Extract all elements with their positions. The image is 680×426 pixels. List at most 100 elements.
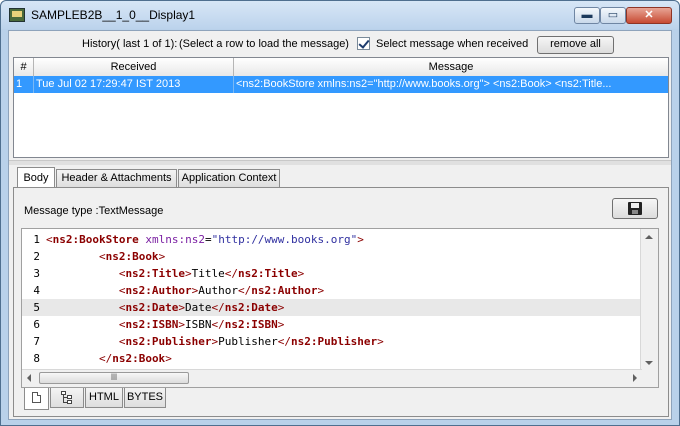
row-message: <ns2:BookStore xmlns:ns2="http://www.boo…	[236, 78, 612, 90]
tag-bracket: >	[297, 267, 305, 280]
tab-html-view[interactable]: HTML	[85, 388, 123, 408]
tag-bracket: <	[98, 250, 106, 263]
xml-tag-name: ns2:Publisher	[291, 335, 378, 348]
table-row[interactable]: 1 Tue Jul 02 17:29:47 IST 2013 <ns2:Book…	[14, 76, 668, 93]
xml-tag-name: ns2:Author	[125, 284, 192, 297]
tag-bracket: </	[238, 284, 252, 297]
tag-bracket: </	[211, 301, 225, 314]
row-number: 1	[14, 76, 34, 93]
code-line: 4 <ns2:Author>Author</ns2:Author>	[22, 282, 642, 299]
save-button[interactable]	[612, 198, 658, 219]
tag-bracket: >	[277, 301, 285, 314]
tag-bracket: >	[185, 267, 192, 280]
xml-text: Author	[198, 284, 239, 297]
xml-tag-name: ns2:Date	[224, 301, 278, 314]
xml-attribute-value: "http://www.books.org"	[211, 233, 358, 246]
message-editor[interactable]: 1 <ns2:BookStore xmlns:ns2="http://www.bo…	[21, 228, 659, 388]
body-panel: Message type :TextMessage 1 <ns2:BookStor…	[13, 187, 669, 417]
xml-tag-name: ns2:Book	[105, 250, 159, 263]
scroll-right-arrow-icon[interactable]	[633, 374, 637, 382]
column-header-message[interactable]: Message	[234, 58, 668, 76]
scroll-down-arrow-icon[interactable]	[645, 361, 653, 365]
code-line: 5 <ns2:Date>Date</ns2:Date>	[22, 299, 642, 316]
scroll-left-arrow-icon[interactable]	[27, 374, 31, 382]
line-number: 8	[33, 352, 40, 365]
line-number: 4	[33, 284, 40, 297]
xml-tag-name: ns2:Publisher	[125, 335, 212, 348]
tab-text-view[interactable]	[24, 388, 49, 410]
horizontal-scrollbar[interactable]: lll	[22, 369, 642, 387]
table-header: # Received Message	[14, 58, 668, 77]
column-header-received[interactable]: Received	[34, 58, 234, 76]
xml-tag-name: ns2:Author	[251, 284, 318, 297]
code-content: <ns2:Author>Author</ns2:Author>	[119, 282, 324, 299]
xml-tag-name: ns2:BookStore	[52, 233, 139, 246]
line-number: 2	[33, 250, 40, 263]
xml-tag-name: ns2:Title	[238, 267, 298, 280]
tab-tree-view[interactable]	[50, 388, 84, 408]
xml-attribute-name: xmlns:ns2	[145, 233, 205, 246]
vertical-scrollbar[interactable]	[640, 229, 658, 371]
line-number: 3	[33, 267, 40, 280]
code-content: <ns2:BookStore xmlns:ns2="http://www.boo…	[46, 231, 364, 248]
tag-bracket: >	[317, 284, 325, 297]
xml-tag-name: ns2:Date	[125, 301, 179, 314]
history-toolbar: History( last 1 of 1): (Select a row to …	[9, 31, 671, 57]
code-line: 8 </ns2:Book>	[22, 350, 642, 367]
minimize-button[interactable]: ▬	[574, 7, 600, 24]
code-line: 7 <ns2:Publisher>Publisher</ns2:Publisher…	[22, 333, 642, 350]
remove-all-button[interactable]: remove all	[537, 36, 614, 54]
message-type-label: Message type :TextMessage	[24, 205, 164, 217]
select-on-receive-label[interactable]: Select message when received	[376, 38, 528, 50]
code-content: <ns2:ISBN>ISBN</ns2:ISBN>	[119, 316, 285, 333]
tag-bracket: >	[158, 250, 166, 263]
select-on-receive-checkbox[interactable]	[357, 37, 370, 50]
app-icon	[9, 8, 25, 22]
xml-tag-name: ns2:ISBN	[125, 318, 179, 331]
scroll-corner	[641, 370, 658, 387]
line-number: 1	[33, 233, 40, 246]
history-table: # Received Message 1 Tue Jul 02 17:29:47…	[13, 57, 669, 158]
history-label: History( last 1 of 1):	[82, 38, 178, 50]
tab-header-attachments[interactable]: Header & Attachments	[56, 169, 177, 187]
code-line: 3 <ns2:Title>Title</ns2:Title>	[22, 265, 642, 282]
tab-bytes-view[interactable]: BYTES	[124, 388, 166, 408]
column-header-number[interactable]: #	[14, 58, 34, 76]
tag-bracket: </	[98, 352, 113, 365]
equals: =	[204, 233, 212, 246]
tag-bracket: </	[277, 335, 292, 348]
tag-bracket: >	[165, 352, 172, 365]
code-content: <ns2:Book>	[99, 248, 165, 265]
close-button[interactable]: ✕	[626, 7, 672, 24]
title-bar[interactable]: SAMPLEB2B__1_0__Display1 ▬ ▭ ✕	[1, 1, 679, 29]
document-icon	[32, 392, 41, 403]
split-pane-divider[interactable]	[9, 160, 671, 165]
tab-application-context[interactable]: Application Context	[178, 169, 280, 187]
line-number: 6	[33, 318, 40, 331]
xml-tag-name: ns2:ISBN	[224, 318, 278, 331]
code-line: 2 <ns2:Book>	[22, 248, 642, 265]
app-window: SAMPLEB2B__1_0__Display1 ▬ ▭ ✕ History( …	[0, 0, 680, 426]
code-content: </ns2:Book>	[99, 350, 172, 367]
xml-text: Date	[185, 301, 212, 314]
xml-text: ISBN	[185, 318, 212, 331]
code-content: <ns2:Title>Title</ns2:Title>	[119, 265, 304, 282]
line-number: 5	[33, 301, 40, 314]
row-received: Tue Jul 02 17:29:47 IST 2013	[34, 76, 234, 93]
floppy-disk-icon	[628, 202, 642, 215]
tag-bracket: </	[211, 318, 225, 331]
window-title: SAMPLEB2B__1_0__Display1	[31, 8, 196, 22]
tab-body[interactable]: Body	[17, 167, 55, 187]
tag-bracket: >	[357, 233, 364, 246]
tag-bracket: >	[377, 335, 384, 348]
code-line: 6 <ns2:ISBN>ISBN</ns2:ISBN>	[22, 316, 642, 333]
xml-tag-name: ns2:Book	[112, 352, 166, 365]
tag-bracket: </	[224, 267, 239, 280]
scroll-up-arrow-icon[interactable]	[645, 235, 653, 239]
line-number: 7	[33, 335, 40, 348]
maximize-button[interactable]: ▭	[600, 7, 626, 24]
horizontal-scroll-thumb[interactable]: lll	[39, 372, 189, 384]
tag-bracket: <	[46, 233, 53, 246]
code-content: <ns2:Publisher>Publisher</ns2:Publisher>	[119, 333, 384, 350]
xml-text: Publisher	[218, 335, 278, 348]
